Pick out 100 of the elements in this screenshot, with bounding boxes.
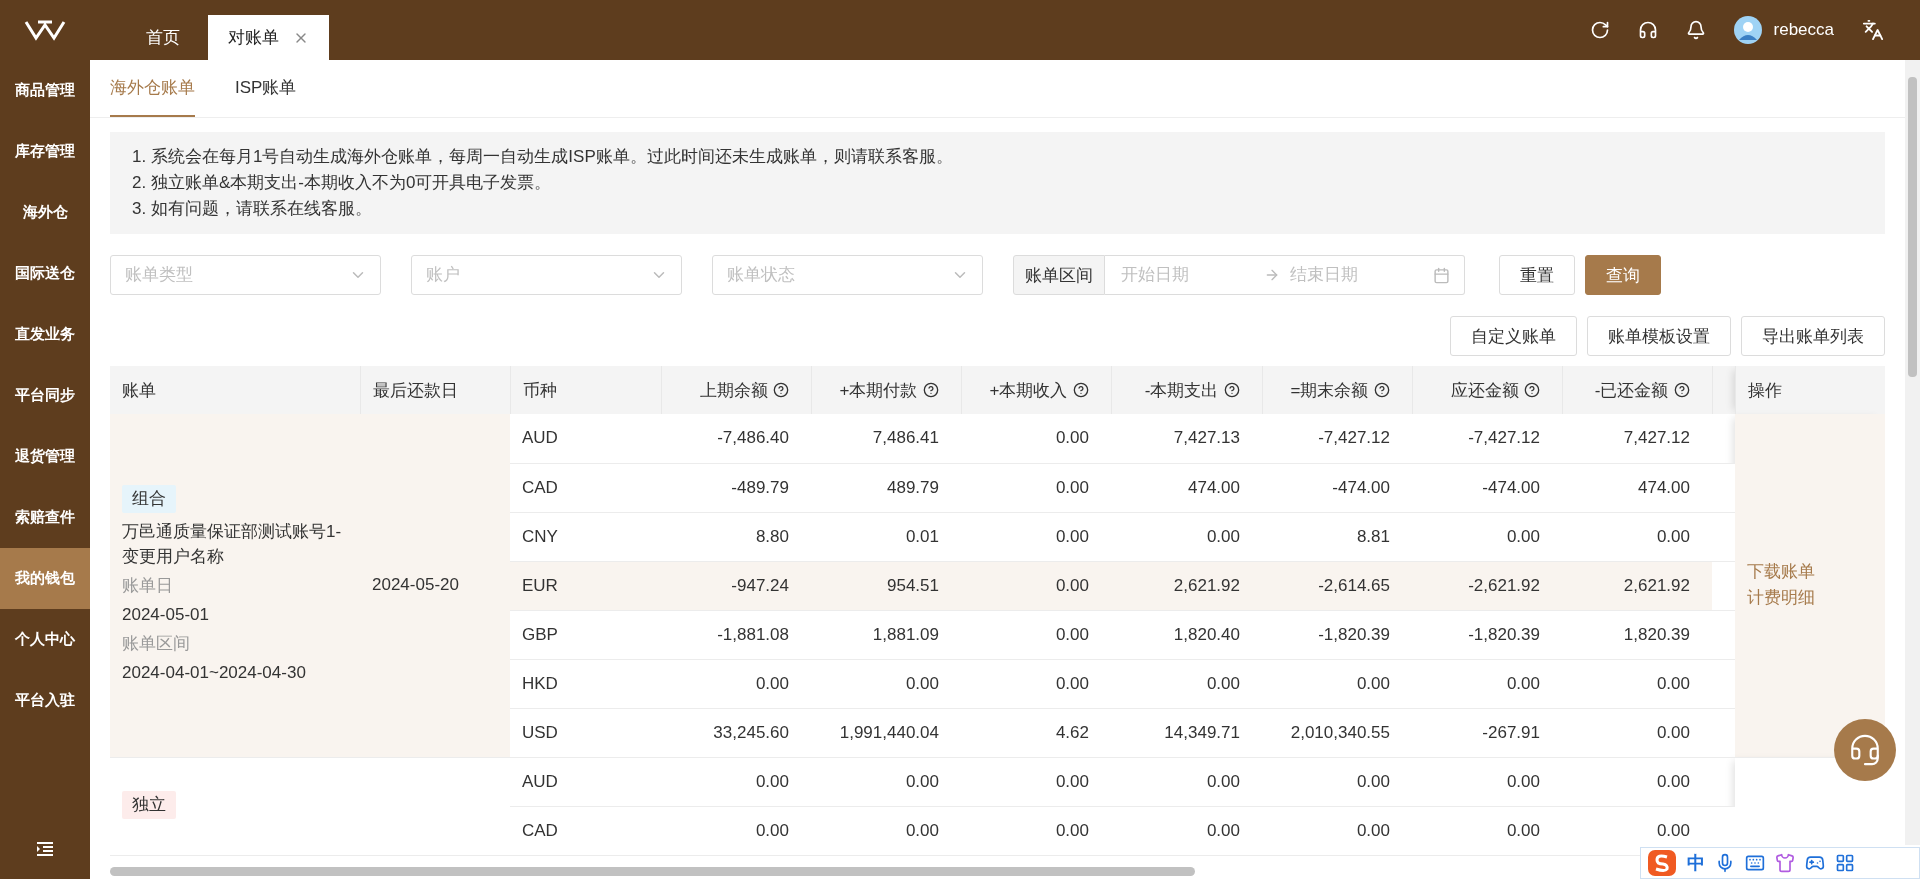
table-cell: 0.00	[961, 757, 1111, 806]
table-cell: 0.00	[1562, 512, 1712, 561]
sidebar-item[interactable]: 直发业务	[0, 304, 90, 365]
help-icon[interactable]	[1673, 382, 1690, 398]
column-header: 币种	[510, 366, 661, 414]
table-cell: 0.00	[1111, 806, 1262, 855]
action-button[interactable]: 自定义账单	[1450, 316, 1577, 356]
type-tag: 独立	[122, 791, 176, 819]
table-cell: CAD	[510, 463, 661, 512]
sidebar-item[interactable]: 个人中心	[0, 609, 90, 670]
table-cell: 0.00	[1111, 757, 1262, 806]
table-cell: USD	[510, 708, 661, 757]
table-cell: 0.01	[811, 512, 961, 561]
translate-icon[interactable]	[1862, 19, 1884, 41]
sidebar-item[interactable]: 库存管理	[0, 121, 90, 182]
table-cell: 0.00	[1562, 757, 1712, 806]
table-cell: 0.00	[1111, 512, 1262, 561]
shirt-icon[interactable]	[1775, 853, 1795, 873]
column-header: -已还金额	[1562, 366, 1712, 414]
table-cell: 474.00	[1111, 463, 1262, 512]
sidebar-item[interactable]: 退货管理	[0, 426, 90, 487]
arrow-right-icon	[1264, 267, 1280, 283]
vertical-scrollbar[interactable]	[1905, 60, 1920, 845]
sidebar-item[interactable]: 平台同步	[0, 365, 90, 426]
start-date-input[interactable]: 开始日期	[1119, 264, 1256, 286]
help-icon[interactable]	[1223, 382, 1240, 398]
table-cell: HKD	[510, 659, 661, 708]
sidebar-item[interactable]: 商品管理	[0, 60, 90, 121]
menu-indent-icon[interactable]	[36, 841, 54, 857]
select-field[interactable]: 账单状态	[712, 255, 983, 295]
table-cell: 0.00	[1111, 659, 1262, 708]
table-cell: 1,820.39	[1562, 610, 1712, 659]
table-cell: 0.00	[661, 659, 811, 708]
headphones-icon[interactable]	[1637, 20, 1658, 40]
sidebar-item[interactable]: 我的钱包	[0, 548, 90, 609]
table-cell: -474.00	[1262, 463, 1412, 512]
column-header: =期末余额	[1262, 366, 1412, 414]
table-cell: 1,820.40	[1111, 610, 1262, 659]
table-link[interactable]: 计费明细	[1747, 585, 1873, 612]
action-button[interactable]: 账单模板设置	[1587, 316, 1731, 356]
column-header: 应还金额	[1412, 366, 1562, 414]
table-cell: 0.00	[961, 463, 1111, 512]
range-label: 账单区间	[1013, 255, 1105, 295]
sidebar-item[interactable]: 国际送仓	[0, 243, 90, 304]
page-tab[interactable]: 首页	[118, 15, 208, 60]
table-cell: 474.00	[1562, 463, 1712, 512]
sidebar-item[interactable]: 索赔查件	[0, 487, 90, 548]
end-date-input[interactable]: 结束日期	[1288, 264, 1425, 286]
grid-icon[interactable]	[1835, 853, 1855, 873]
avatar-icon	[1733, 16, 1762, 44]
column-header: +本期收入	[961, 366, 1111, 414]
notice-text: 3. 如有问题，请联系在线客服。	[132, 198, 373, 220]
select-field[interactable]: 账户	[411, 255, 682, 295]
table-cell: 0.00	[1262, 757, 1412, 806]
action-button[interactable]: 导出账单列表	[1741, 316, 1885, 356]
table-cell: 0.00	[961, 659, 1111, 708]
table-cell: 0.00	[661, 757, 811, 806]
sub-tab[interactable]: ISP账单	[235, 60, 297, 117]
table-cell: 1,881.09	[811, 610, 961, 659]
table-cell: -267.91	[1412, 708, 1562, 757]
search-button[interactable]: 查询	[1585, 255, 1661, 295]
date-range-field[interactable]: 开始日期 结束日期	[1105, 255, 1465, 295]
due-date: 2024-05-20	[372, 575, 459, 595]
refresh-icon[interactable]	[1589, 20, 1610, 40]
field-label: 账单区间	[122, 633, 190, 656]
microphone-icon[interactable]	[1715, 853, 1735, 873]
gamepad-icon[interactable]	[1805, 853, 1825, 873]
help-icon[interactable]	[772, 382, 789, 398]
user-name[interactable]: rebecca	[1773, 20, 1834, 40]
reset-button[interactable]: 重置	[1499, 255, 1575, 295]
table-cell: 2,621.92	[1111, 561, 1262, 610]
table-cell: 0.00	[1262, 806, 1412, 855]
column-header: 上期余额	[661, 366, 811, 414]
table-cell: -7,427.12	[1412, 414, 1562, 463]
table-cell: 0.00	[1412, 659, 1562, 708]
keyboard-icon[interactable]	[1745, 853, 1765, 873]
help-icon[interactable]	[1523, 382, 1540, 398]
help-icon[interactable]	[922, 382, 939, 398]
table-cell: 0.00	[661, 806, 811, 855]
sidebar-item[interactable]: 海外仓	[0, 182, 90, 243]
help-icon[interactable]	[1072, 382, 1089, 398]
table-cell: 0.00	[811, 757, 961, 806]
notice-text: 1. 系统会在每月1号自动生成海外仓账单，每周一自动生成ISP账单。过此时间还未生成账单，则请联系客服。	[132, 146, 954, 168]
bell-icon[interactable]	[1685, 20, 1706, 40]
help-icon[interactable]	[1373, 382, 1390, 398]
table-link[interactable]: 下载账单	[1747, 559, 1873, 586]
sidebar-item[interactable]: 平台入驻	[0, 670, 90, 731]
account-name: 万邑通质量保证部测试账号1-变更用户名称	[122, 521, 343, 569]
sub-tab[interactable]: 海外仓账单	[110, 60, 195, 117]
column-header: 账单	[110, 366, 360, 414]
table-cell: GBP	[510, 610, 661, 659]
table-cell: -1,820.39	[1412, 610, 1562, 659]
table-cell: AUD	[510, 757, 661, 806]
table-cell: 0.00	[961, 561, 1111, 610]
page-tab[interactable]: 对账单	[208, 15, 329, 60]
table-cell: 7,486.41	[811, 414, 961, 463]
table-cell: AUD	[510, 414, 661, 463]
select-field[interactable]: 账单类型	[110, 255, 381, 295]
notice-text: 2. 独立账单&本期支出-本期收入不为0可开具电子发票。	[132, 172, 553, 194]
horizontal-scrollbar[interactable]	[110, 867, 1195, 876]
